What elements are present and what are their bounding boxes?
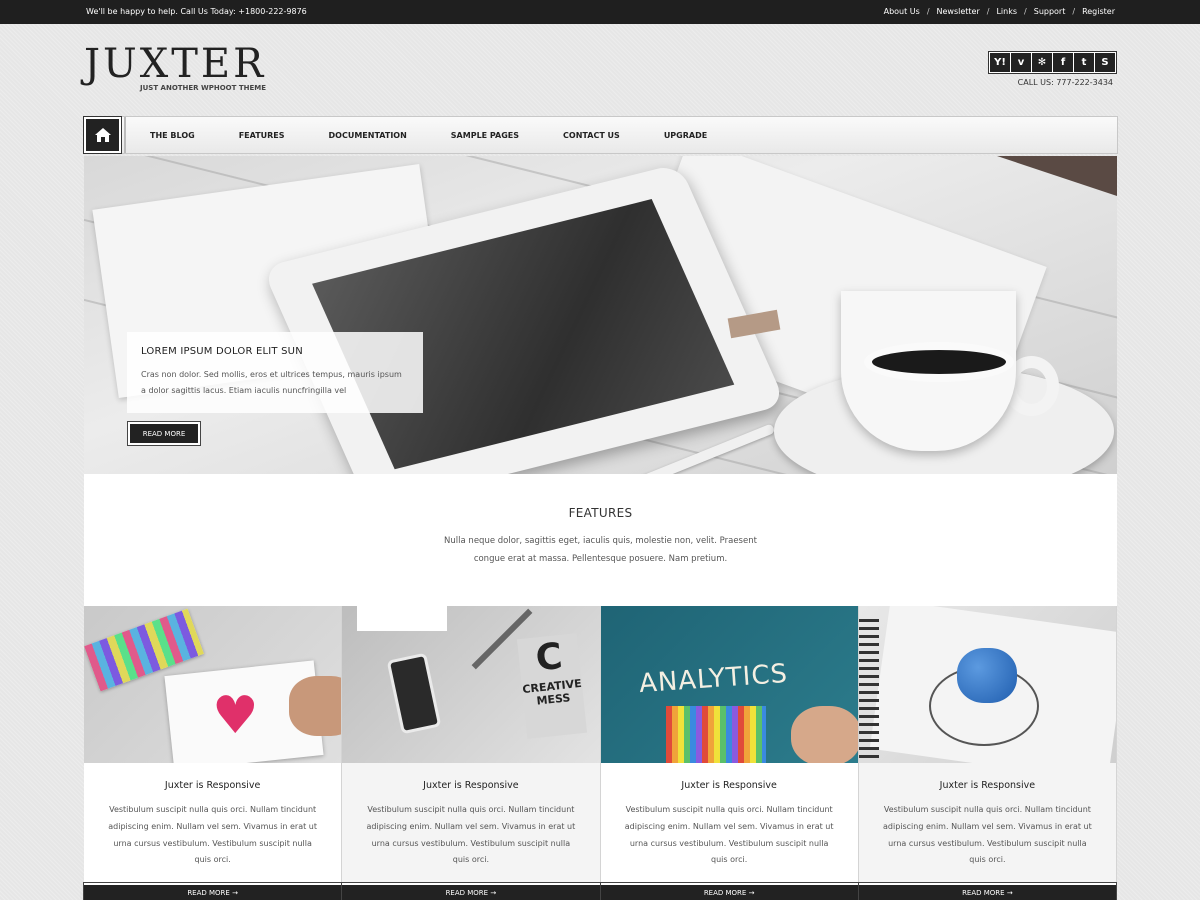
card-title: Juxter is Responsive (939, 780, 1036, 791)
social-icons: Y! v ✻ f t S (988, 51, 1117, 74)
top-link-separator: / (1024, 7, 1027, 16)
hand-image (289, 676, 342, 736)
feature-card: ANALYTICS Juxter is Responsive Vestibulu… (599, 606, 859, 900)
hero-corner (997, 156, 1117, 196)
analytics-word: ANALYTICS (637, 658, 789, 700)
nav-item-documentation[interactable]: DOCUMENTATION (329, 131, 407, 140)
features-text: Nulla neque dolor, sagittis eget, iaculi… (444, 536, 757, 564)
site-tagline: JUST ANOTHER WPHOOT THEME (140, 84, 266, 92)
card-image (858, 606, 1116, 763)
yahoo-icon[interactable]: Y! (990, 53, 1010, 72)
nav-item-upgrade[interactable]: UPGRADE (664, 131, 707, 140)
paper-image (357, 606, 448, 631)
hero-title: LOREM IPSUM DOLOR ELIT SUN (141, 346, 303, 357)
card-text: Vestibulum suscipit nulla quis orci. Nul… (366, 805, 576, 865)
card-title: Juxter is Responsive (164, 780, 261, 791)
main-nav: THE BLOG FEATURES DOCUMENTATION SAMPLE P… (83, 116, 1118, 154)
hero-text: Cras non dolor. Sed mollis, eros et ultr… (141, 370, 402, 395)
top-links: About Us / Newsletter / Links / Support … (884, 7, 1115, 16)
site-name[interactable]: JUXTER (84, 40, 266, 88)
card-title: Juxter is Responsive (423, 780, 519, 791)
features-section: FEATURES Nulla neque dolor, sagittis ege… (84, 474, 1117, 606)
hero-caption: LOREM IPSUM DOLOR ELIT SUN Cras non dolo… (127, 332, 423, 413)
card-title: Juxter is Responsive (681, 780, 777, 791)
top-link-support[interactable]: Support (1034, 7, 1066, 16)
card-read-more-button[interactable]: READ MORE → (599, 882, 859, 900)
vimeo-icon[interactable]: v (1011, 53, 1031, 72)
yelp-icon[interactable]: ✻ (1032, 53, 1052, 72)
top-link-separator: / (986, 7, 990, 16)
hero-read-more-button[interactable]: READ MORE (127, 421, 201, 446)
feature-card: C CREATIVE MESS Juxter is Responsive Ves… (341, 606, 601, 900)
phone-image (386, 652, 442, 735)
hand-image (790, 706, 858, 763)
top-link-about-us[interactable]: About Us (884, 7, 920, 16)
crumpled-paper-image (956, 648, 1017, 703)
home-button[interactable] (83, 116, 122, 154)
hero-slider: LOREM IPSUM DOLOR ELIT SUN Cras non dolo… (84, 156, 1117, 474)
feature-card: ♥ Juxter is Responsive Vestibulum suscip… (82, 606, 343, 900)
card-text: Vestibulum suscipit nulla quis orci. Nul… (624, 805, 834, 865)
nav-divider (124, 117, 126, 153)
card-read-more-button[interactable]: READ MORE → (857, 882, 1118, 900)
nav-item-contact-us[interactable]: CONTACT US (563, 131, 620, 140)
top-link-register[interactable]: Register (1082, 7, 1115, 16)
nav-item-the-blog[interactable]: THE BLOG (150, 131, 195, 140)
top-bar-tagline: We'll be happy to help. Call Us Today: +… (86, 7, 307, 16)
card-read-more-button[interactable]: READ MORE → (341, 882, 601, 900)
card-image: ANALYTICS (600, 606, 858, 763)
top-link-separator: / (926, 7, 930, 16)
notebook-spiral-image (858, 616, 879, 763)
heart-icon: ♥ (212, 686, 259, 746)
site-logo[interactable]: JUXTER JUST ANOTHER WPHOOT THEME (84, 40, 266, 92)
card-image: ♥ (84, 606, 342, 763)
creative-mess-notepad: C CREATIVE MESS (517, 633, 588, 739)
features-title: FEATURES (568, 506, 633, 520)
card-read-more-button[interactable]: READ MORE → (82, 882, 343, 900)
feature-card: Juxter is Responsive Vestibulum suscipit… (857, 606, 1118, 900)
nav-item-sample-pages[interactable]: SAMPLE PAGES (451, 131, 519, 140)
call-us-text: CALL US: 777-222-3434 (1017, 78, 1113, 87)
colored-pencils-image (665, 706, 766, 763)
nav-menu: THE BLOG FEATURES DOCUMENTATION SAMPLE P… (150, 131, 707, 140)
nav-item-features[interactable]: FEATURES (239, 131, 285, 140)
card-text: Vestibulum suscipit nulla quis orci. Nul… (108, 805, 318, 865)
feature-cards: ♥ Juxter is Responsive Vestibulum suscip… (82, 606, 1118, 900)
twitter-icon[interactable]: t (1074, 53, 1094, 72)
notepad-letter: C (533, 635, 565, 680)
top-bar: We'll be happy to help. Call Us Today: +… (0, 0, 1200, 24)
top-link-newsletter[interactable]: Newsletter (937, 7, 980, 16)
skype-icon[interactable]: S (1095, 53, 1115, 72)
home-icon (94, 128, 111, 142)
card-image: C CREATIVE MESS (342, 606, 600, 763)
top-link-links[interactable]: Links (996, 7, 1017, 16)
card-text: Vestibulum suscipit nulla quis orci. Nul… (882, 805, 1092, 865)
facebook-icon[interactable]: f (1053, 53, 1073, 72)
hero-coffee (864, 342, 1014, 382)
top-link-separator: / (1072, 7, 1076, 16)
